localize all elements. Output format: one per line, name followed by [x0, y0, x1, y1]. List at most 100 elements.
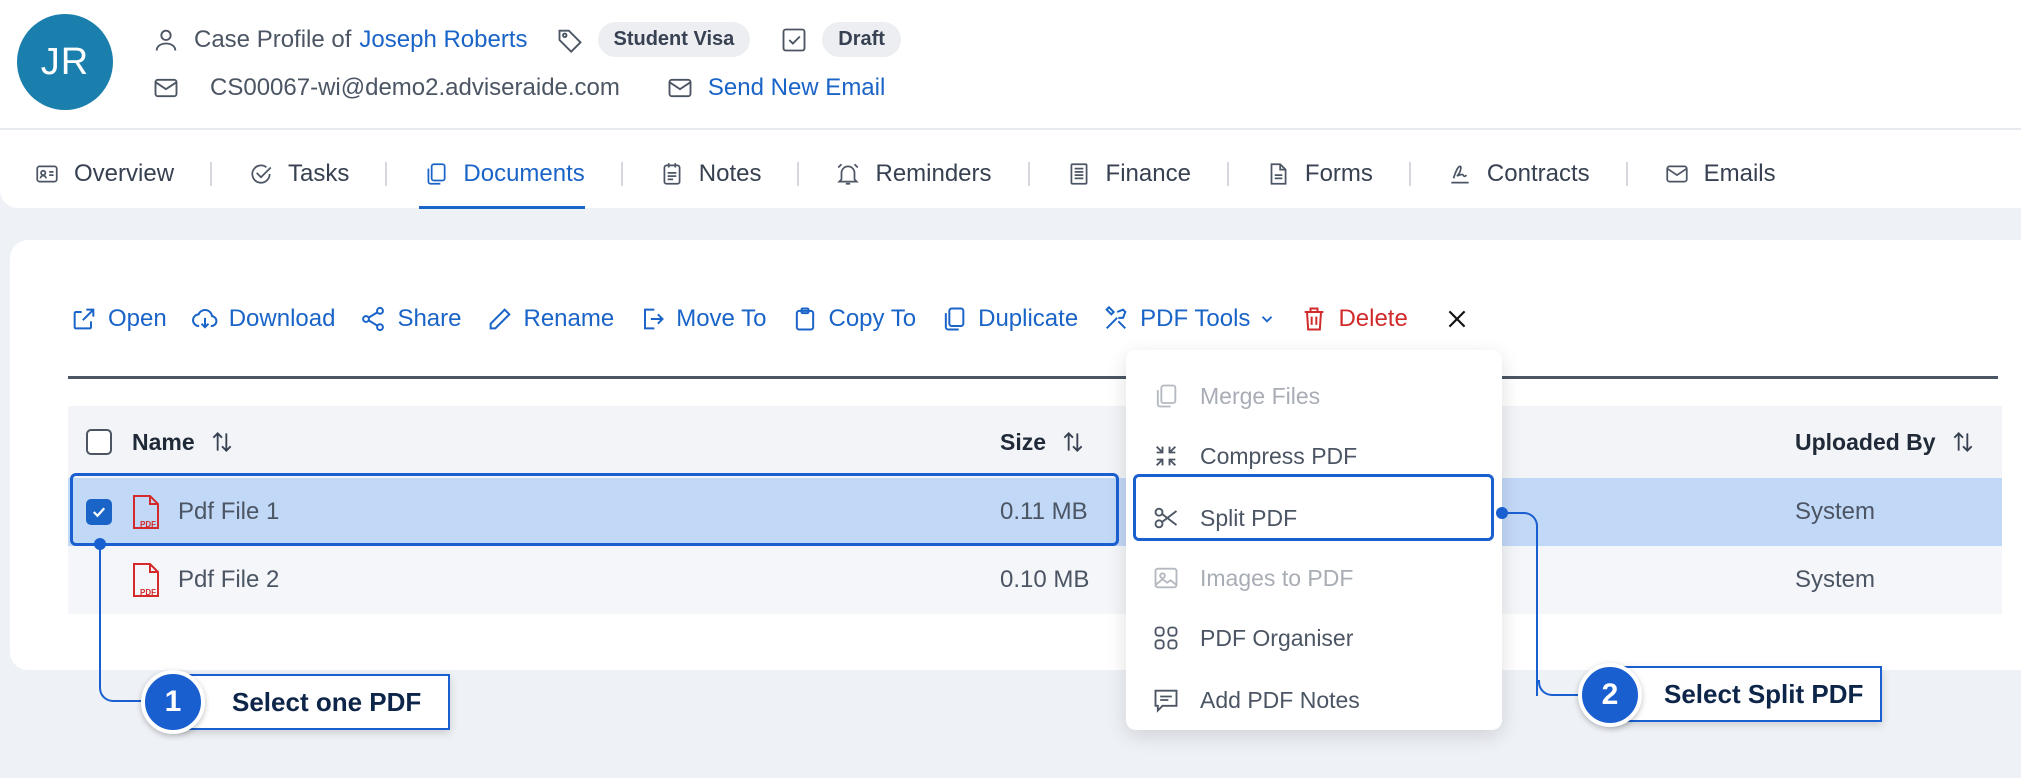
close-icon	[1444, 306, 1470, 332]
rename-label: Rename	[523, 305, 615, 332]
duplicate-button[interactable]: Duplicate	[940, 305, 1078, 333]
documents-icon	[423, 161, 449, 187]
connector-line	[99, 544, 145, 702]
open-button[interactable]: Open	[70, 305, 167, 333]
notepad-icon	[659, 161, 685, 187]
external-link-icon	[70, 305, 98, 333]
pdf-tools-label: PDF Tools	[1140, 305, 1251, 332]
tab-label: Documents	[463, 160, 585, 187]
menu-item-compress-pdf[interactable]: Compress PDF	[1152, 442, 1357, 470]
step-2-callout: Select Split PDF	[1610, 666, 1882, 722]
chevron-down-icon	[1258, 310, 1276, 328]
highlight-split-pdf	[1133, 474, 1494, 541]
mail-icon	[152, 74, 180, 102]
sort-icon	[1950, 429, 1976, 455]
tab-label: Tasks	[288, 160, 350, 187]
sort-icon	[209, 429, 235, 455]
download-label: Download	[228, 305, 336, 332]
column-size-label: Size	[1000, 428, 1047, 455]
menu-item-label: Compress PDF	[1200, 442, 1358, 469]
callout-text: Select Split PDF	[1664, 678, 1864, 709]
image-icon	[1152, 564, 1180, 592]
clipboard-icon	[791, 305, 819, 333]
table-row[interactable]: PDF Pdf File 2 0.10 MB System	[68, 546, 2002, 614]
check-circle-icon	[248, 161, 274, 187]
menu-item-merge-files[interactable]: Merge Files	[1152, 382, 1320, 410]
tab-forms[interactable]: Forms	[1229, 140, 1409, 208]
id-card-icon	[34, 161, 60, 187]
step-number-badge: 1	[141, 670, 205, 734]
case-profile-row: Case Profile of Joseph Roberts Student V…	[152, 22, 901, 57]
close-selection-button[interactable]	[1444, 306, 1470, 332]
menu-item-images-to-pdf[interactable]: Images to PDF	[1152, 564, 1353, 592]
cloud-download-icon	[191, 305, 219, 333]
menu-item-add-pdf-notes[interactable]: Add PDF Notes	[1152, 686, 1360, 714]
file-size: 0.10 MB	[1000, 566, 1090, 593]
tab-finance[interactable]: Finance	[1030, 140, 1227, 208]
user-icon	[152, 26, 180, 54]
rename-button[interactable]: Rename	[486, 305, 615, 333]
menu-item-label: PDF Organiser	[1200, 624, 1354, 651]
tools-icon	[1102, 305, 1130, 333]
tab-notes[interactable]: Notes	[623, 140, 798, 208]
menu-item-label: Merge Files	[1200, 382, 1321, 409]
toolbar-divider	[68, 376, 1998, 379]
sort-icon	[1060, 429, 1086, 455]
connector-line	[1502, 512, 1538, 696]
file-name[interactable]: Pdf File 2	[178, 566, 279, 594]
tab-label: Reminders	[875, 160, 992, 187]
highlight-selected-row	[70, 473, 1119, 546]
menu-item-label: Images to PDF	[1200, 564, 1354, 591]
tab-documents[interactable]: Documents	[387, 140, 620, 209]
tag-icon	[556, 26, 584, 54]
move-icon	[638, 305, 666, 333]
form-icon	[1265, 161, 1291, 187]
download-button[interactable]: Download	[191, 305, 336, 333]
table-header: Name Size Uploaded By	[68, 406, 2002, 478]
delete-button[interactable]: Delete	[1300, 305, 1408, 333]
select-all-checkbox[interactable]	[86, 429, 112, 455]
open-label: Open	[108, 305, 167, 332]
tab-emails[interactable]: Emails	[1628, 140, 1812, 208]
client-name-link[interactable]: Joseph Roberts	[359, 26, 527, 54]
tab-label: Finance	[1105, 160, 1191, 187]
share-button[interactable]: Share	[359, 305, 462, 333]
tab-label: Emails	[1703, 160, 1776, 187]
send-new-email-link[interactable]: Send New Email	[708, 74, 885, 102]
menu-item-pdf-organiser[interactable]: PDF Organiser	[1152, 624, 1353, 652]
status-badge: Draft	[822, 22, 901, 57]
merge-icon	[1152, 382, 1180, 410]
step-1-callout: Select one PDF	[178, 674, 450, 730]
comment-icon	[1152, 686, 1180, 714]
column-header-uploaded-by[interactable]: Uploaded By	[1795, 406, 1976, 478]
share-icon	[359, 305, 387, 333]
file-name-cell: PDF Pdf File 2	[130, 546, 279, 614]
case-profile-prefix: Case Profile of	[194, 25, 352, 53]
case-email: CS00067-wi@demo2.adviseraide.com	[210, 74, 620, 101]
copy-to-button[interactable]: Copy To	[791, 305, 916, 333]
case-tabs: Overview Tasks Documents Notes Reminders…	[0, 140, 1812, 209]
tab-reminders[interactable]: Reminders	[799, 140, 1027, 208]
move-to-button[interactable]: Move To	[638, 305, 767, 333]
tab-label: Overview	[74, 160, 175, 187]
documents-toolbar: Open Download Share Rename Move To Copy …	[70, 305, 1494, 333]
checkbox-icon	[780, 26, 808, 54]
tab-label: Contracts	[1486, 160, 1590, 187]
compress-icon	[1152, 442, 1180, 470]
column-header-size[interactable]: Size	[1000, 406, 1086, 478]
step-number-badge: 2	[1578, 663, 1642, 727]
tab-contracts[interactable]: Contracts	[1411, 140, 1626, 208]
tab-label: Notes	[698, 160, 762, 187]
tab-overview[interactable]: Overview	[0, 140, 210, 208]
menu-item-label: Add PDF Notes	[1200, 686, 1360, 713]
column-uploaded-by-label: Uploaded By	[1795, 428, 1936, 455]
signature-icon	[1447, 161, 1473, 187]
case-header: JR Case Profile of Joseph Roberts Studen…	[0, 0, 2021, 209]
pdf-tools-dropdown[interactable]: PDF Tools	[1102, 305, 1276, 333]
tab-tasks[interactable]: Tasks	[212, 140, 385, 208]
uploaded-by: System	[1795, 498, 1876, 525]
bell-icon	[835, 161, 861, 187]
pencil-icon	[486, 305, 514, 333]
column-header-name[interactable]: Name	[132, 406, 235, 478]
share-label: Share	[397, 305, 462, 332]
